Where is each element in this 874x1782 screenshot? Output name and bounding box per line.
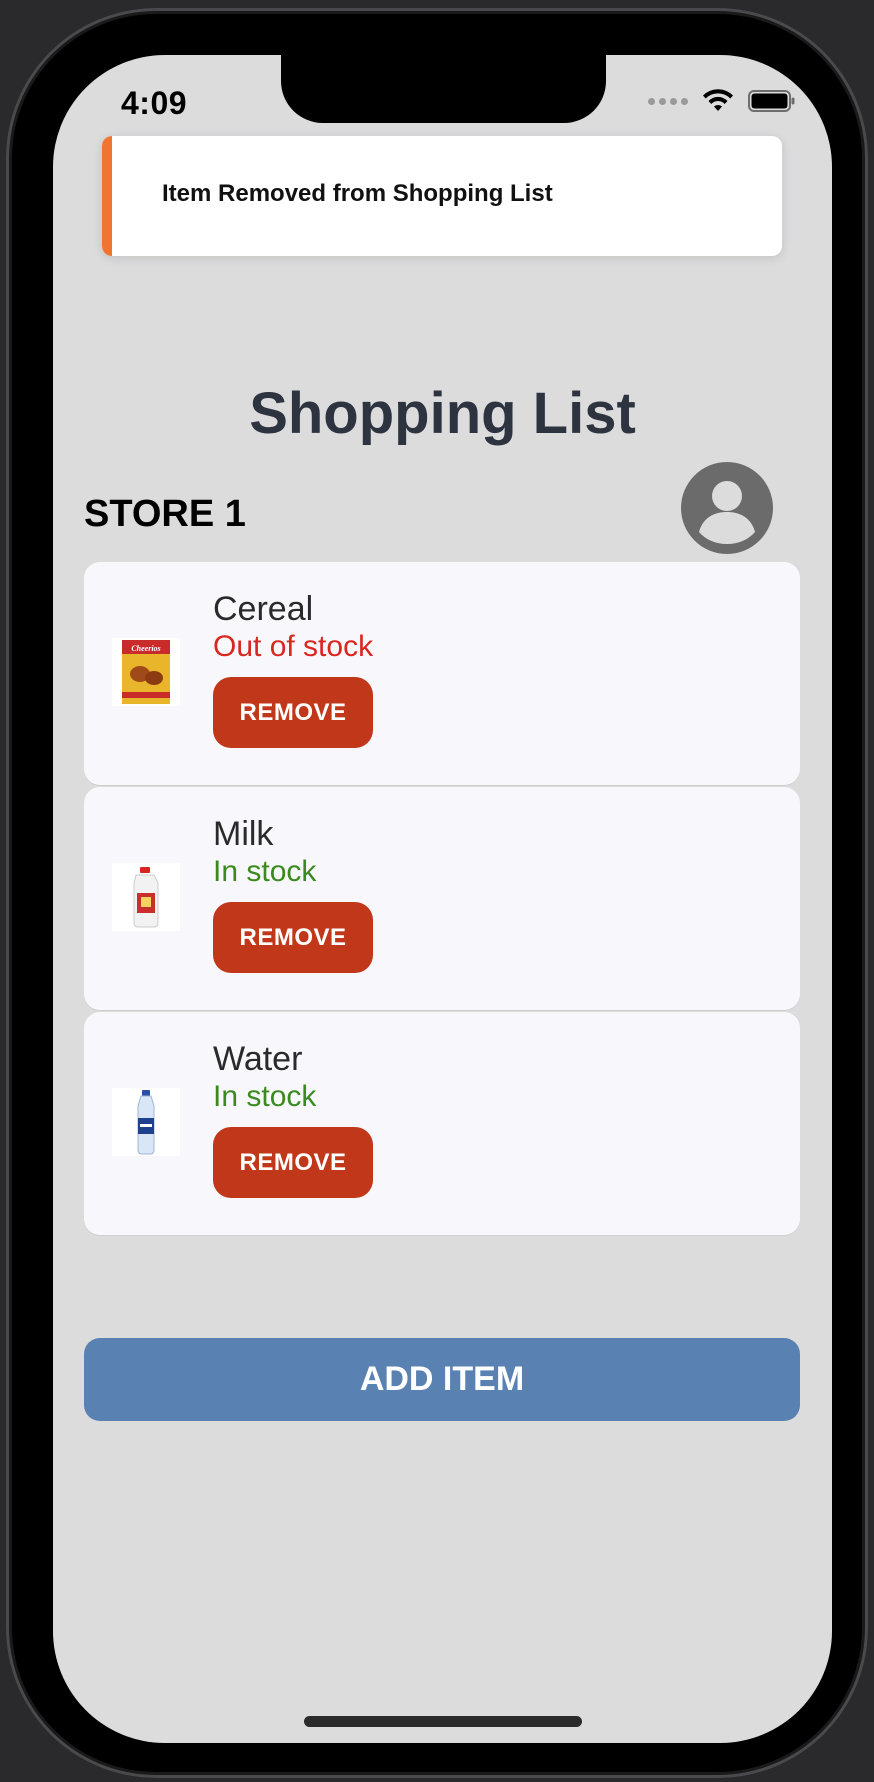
remove-button[interactable]: REMOVE <box>213 1127 373 1198</box>
add-item-button[interactable]: ADD ITEM <box>84 1338 800 1421</box>
item-name: Water <box>213 1040 303 1078</box>
remove-button[interactable]: REMOVE <box>213 902 373 973</box>
phone-frame: 4:09 Item Removed from Shopping List Sho… <box>6 8 868 1778</box>
device-notch <box>281 55 606 123</box>
remove-button[interactable]: REMOVE <box>213 677 373 748</box>
shopping-list-item: Cheerios Cereal Out of stock REMOVE <box>84 562 800 785</box>
wifi-icon <box>703 89 733 111</box>
user-avatar-icon[interactable] <box>681 462 773 554</box>
status-icons <box>648 89 796 113</box>
removed-toast: Item Removed from Shopping List <box>102 136 782 256</box>
cellular-signal-icon <box>648 97 688 105</box>
stock-status: In stock <box>213 1080 317 1113</box>
stock-status: Out of stock <box>213 630 374 663</box>
app-screen: 4:09 Item Removed from Shopping List Sho… <box>53 55 832 1743</box>
status-time: 4:09 <box>121 85 188 121</box>
battery-icon <box>748 90 795 112</box>
toast-message: Item Removed from Shopping List <box>162 180 553 207</box>
toast-accent-bar <box>102 136 112 256</box>
page-title: Shopping List <box>249 381 636 446</box>
water-bottle-icon <box>112 1088 180 1156</box>
home-indicator[interactable] <box>304 1716 582 1727</box>
item-name: Cereal <box>213 590 314 628</box>
svg-text:Cheerios: Cheerios <box>131 644 160 653</box>
shopping-list-item: Water In stock REMOVE <box>84 1012 800 1235</box>
milk-jug-icon <box>112 863 180 931</box>
item-name: Milk <box>213 815 274 853</box>
shopping-list-item: Milk In stock REMOVE <box>84 787 800 1010</box>
cereal-box-icon: Cheerios <box>112 638 180 706</box>
store-label: STORE 1 <box>84 493 246 535</box>
stock-status: In stock <box>213 855 317 888</box>
